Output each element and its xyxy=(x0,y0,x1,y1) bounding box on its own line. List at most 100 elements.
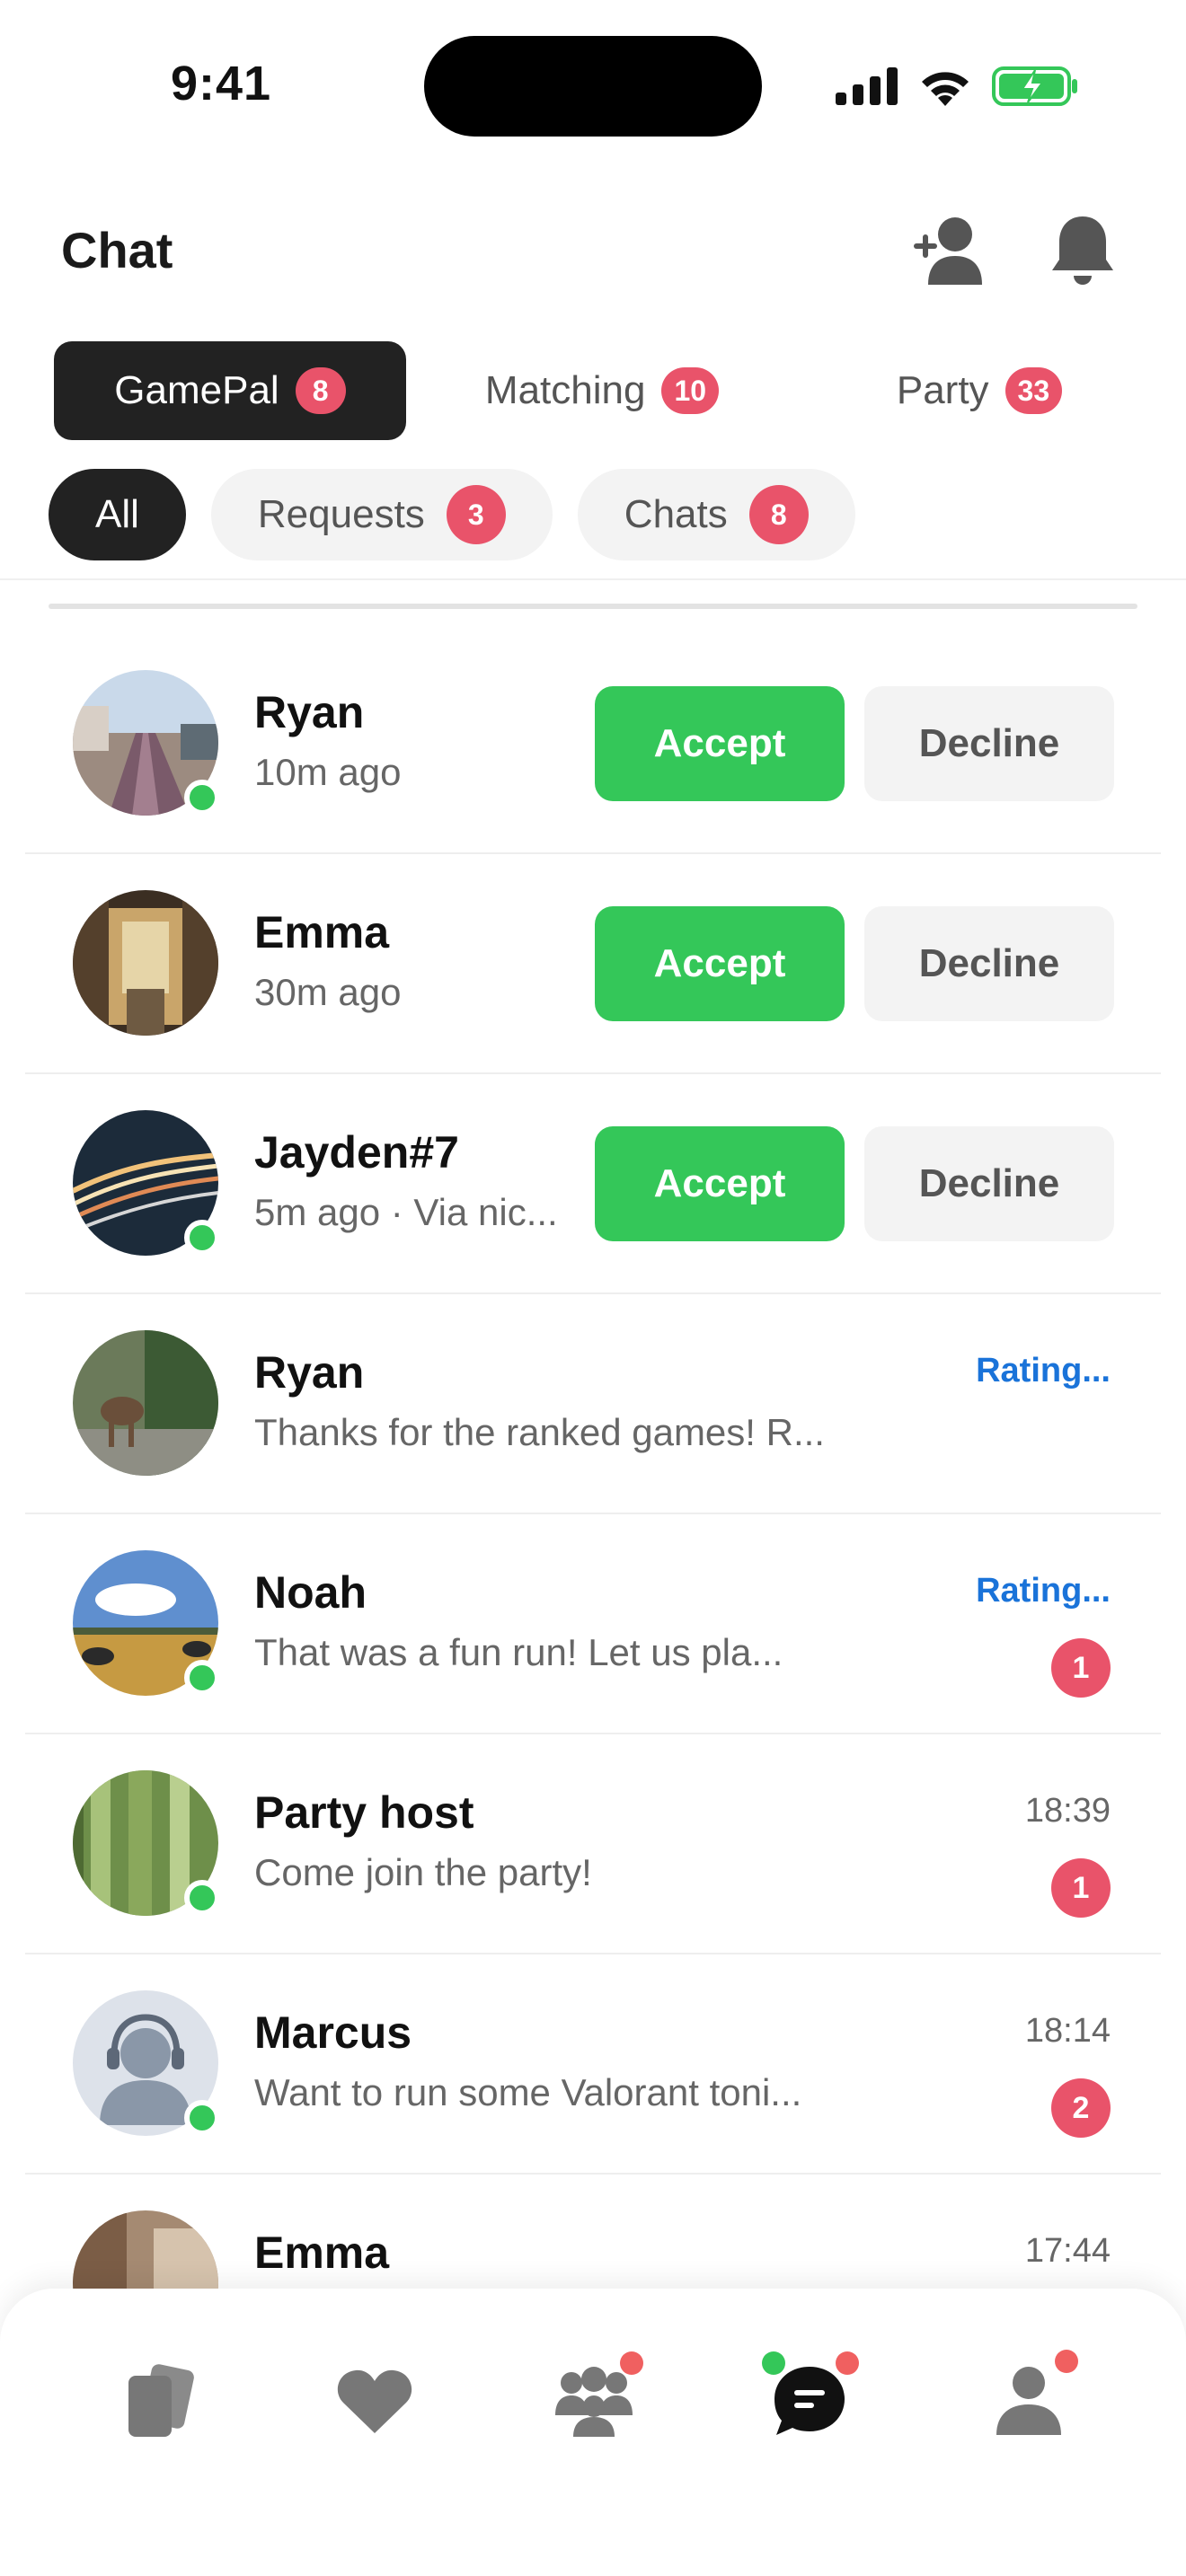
unread-badge: 2 xyxy=(1051,2078,1111,2138)
request-time: 5m ago · Via nic... xyxy=(254,1191,558,1233)
last-message-preview: That was a fun run! Let us pla... xyxy=(254,1631,783,1673)
chat-row[interactable]: Party host Come join the party! 18:39 1 xyxy=(25,1734,1161,1954)
chip-label: Chats xyxy=(624,492,728,536)
avatar[interactable] xyxy=(73,670,220,816)
profile-icon xyxy=(996,2367,1061,2435)
tab-label: Matching xyxy=(484,368,646,412)
unread-badge: 1 xyxy=(1051,1638,1111,1698)
battery-charging-icon xyxy=(992,66,1077,106)
nav-cards[interactable] xyxy=(101,2342,217,2459)
avatar-image xyxy=(73,890,218,1036)
notification-dot xyxy=(836,2351,859,2375)
contact-name: Jayden#7 xyxy=(254,1127,459,1178)
chat-list: Ryan 10m ago Accept Decline Emma 30m ago… xyxy=(0,634,1186,2395)
chat-row[interactable]: Marcus Want to run some Valorant toni...… xyxy=(25,1954,1161,2175)
nav-groups[interactable] xyxy=(535,2342,652,2459)
rating-link[interactable]: Rating... xyxy=(976,1572,1111,1610)
group-icon xyxy=(555,2367,633,2437)
request-row[interactable]: Ryan 10m ago Accept Decline xyxy=(25,634,1161,854)
avatar-image xyxy=(73,1330,218,1476)
notification-dot xyxy=(1055,2350,1078,2373)
chip-count-badge: 3 xyxy=(446,485,506,544)
header: Chat xyxy=(0,198,1186,305)
nav-likes[interactable] xyxy=(316,2342,433,2459)
dynamic-island xyxy=(424,36,762,137)
tab-count-badge: 8 xyxy=(295,367,346,414)
message-time: 17:44 xyxy=(1024,2232,1111,2270)
tab-matching[interactable]: Matching 10 xyxy=(449,341,755,440)
notifications-button[interactable] xyxy=(1042,210,1123,291)
accept-button[interactable]: Accept xyxy=(595,906,845,1021)
top-tabs: GamePal 8 Matching 10 Party 33 xyxy=(54,341,1132,440)
signal-icon xyxy=(836,67,898,105)
contact-name: Ryan xyxy=(254,1347,365,1398)
chip-count-badge: 8 xyxy=(748,485,809,544)
heart-icon xyxy=(337,2369,412,2433)
tab-label: Party xyxy=(896,368,989,412)
request-row[interactable]: Jayden#7 5m ago · Via nic... Accept Decl… xyxy=(25,1074,1161,1294)
contact-name: Emma xyxy=(254,907,390,957)
contact-name: Marcus xyxy=(254,2007,412,2058)
status-time: 9:41 xyxy=(171,57,272,110)
avatar[interactable] xyxy=(73,1990,220,2136)
request-time: 10m ago xyxy=(254,751,402,793)
tab-count-badge: 33 xyxy=(1005,367,1063,414)
avatar[interactable] xyxy=(73,1770,220,1916)
decline-button[interactable]: Decline xyxy=(864,1126,1114,1241)
contact-name: Noah xyxy=(254,1567,367,1618)
online-status-indicator xyxy=(184,2100,220,2136)
accept-button[interactable]: Accept xyxy=(595,1126,845,1241)
unread-badge: 1 xyxy=(1051,1858,1111,1918)
accept-button[interactable]: Accept xyxy=(595,686,845,801)
chip-label: All xyxy=(95,492,139,536)
add-friend-button[interactable] xyxy=(909,210,990,291)
last-message-preview: Thanks for the ranked games! R... xyxy=(254,1411,825,1453)
last-message-preview: Want to run some Valorant toni... xyxy=(254,2071,802,2113)
online-dot xyxy=(762,2351,785,2375)
filter-chips: All Requests 3 Chats 8 xyxy=(49,469,855,560)
contact-name: Ryan xyxy=(254,687,365,737)
avatar[interactable] xyxy=(73,890,218,1036)
chip-chats[interactable]: Chats 8 xyxy=(577,469,855,560)
tab-label: GamePal xyxy=(114,368,279,412)
nav-profile[interactable] xyxy=(970,2342,1087,2459)
chip-requests[interactable]: Requests 3 xyxy=(210,469,553,560)
chip-all[interactable]: All xyxy=(49,469,186,560)
page-title: Chat xyxy=(61,222,173,278)
tab-gamepal[interactable]: GamePal 8 xyxy=(54,341,406,440)
nav-chat[interactable] xyxy=(751,2342,868,2459)
decline-button[interactable]: Decline xyxy=(864,906,1114,1021)
add-person-icon xyxy=(914,217,982,285)
avatar[interactable] xyxy=(73,1110,220,1256)
chip-label: Requests xyxy=(257,492,425,536)
message-time: 18:39 xyxy=(1024,1792,1111,1830)
status-icons xyxy=(836,59,1078,113)
bell-icon xyxy=(1052,216,1113,285)
chat-row[interactable]: Noah That was a fun run! Let us pla... R… xyxy=(25,1514,1161,1734)
tab-count-badge: 10 xyxy=(661,367,720,414)
avatar[interactable] xyxy=(73,1330,218,1476)
contact-name: Emma xyxy=(254,2228,390,2278)
online-status-indicator xyxy=(184,1660,220,1696)
tab-party[interactable]: Party 33 xyxy=(836,341,1123,440)
wifi-icon xyxy=(922,72,969,106)
request-row[interactable]: Emma 30m ago Accept Decline xyxy=(25,854,1161,1074)
status-bar: 9:41 xyxy=(0,0,1186,162)
divider xyxy=(0,578,1186,580)
avatar[interactable] xyxy=(73,1550,220,1696)
online-status-indicator xyxy=(184,1220,220,1256)
scroll-indicator[interactable] xyxy=(49,604,1137,609)
request-time: 30m ago xyxy=(254,971,402,1013)
online-status-indicator xyxy=(184,1880,220,1916)
rating-link[interactable]: Rating... xyxy=(976,1352,1111,1390)
last-message-preview: Come join the party! xyxy=(254,1851,592,1893)
cards-icon xyxy=(128,2364,194,2437)
chat-row[interactable]: Ryan Thanks for the ranked games! R... R… xyxy=(25,1294,1161,1514)
message-time: 18:14 xyxy=(1024,2012,1111,2050)
contact-name: Party host xyxy=(254,1787,474,1838)
bottom-nav xyxy=(0,2289,1186,2576)
online-status-indicator xyxy=(184,780,220,816)
chat-icon xyxy=(774,2367,845,2435)
notification-dot xyxy=(620,2351,643,2375)
decline-button[interactable]: Decline xyxy=(864,686,1114,801)
